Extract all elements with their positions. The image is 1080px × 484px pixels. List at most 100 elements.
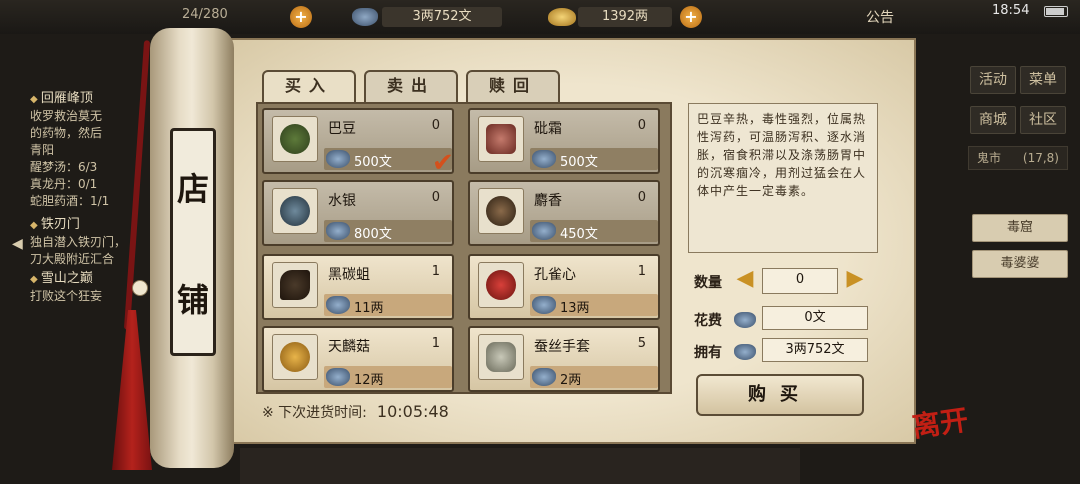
- item-tianlingu[interactable]: 天麟菇 1 12两: [262, 326, 454, 392]
- silver-icon: [326, 222, 350, 240]
- activity-button[interactable]: 活动: [970, 66, 1016, 94]
- item-badou[interactable]: 巴豆 0 500文: [262, 108, 454, 174]
- scroll-title-char: 店: [176, 169, 209, 208]
- location-box: 鬼市 (17,8): [968, 146, 1068, 170]
- item-price: 450文: [560, 227, 598, 242]
- silver-icon: [326, 150, 350, 168]
- gold-amount: 1392两: [578, 7, 672, 27]
- side-item-poison-granny[interactable]: 毒婆婆: [972, 250, 1068, 278]
- add-gold-button[interactable]: +: [680, 6, 702, 28]
- quantity-label: 数量: [694, 275, 722, 291]
- decrease-arrow-icon[interactable]: ◀: [732, 266, 758, 294]
- collapse-arrow-icon[interactable]: ◀: [12, 236, 23, 252]
- tab-sell[interactable]: 卖出: [364, 70, 458, 102]
- mercury-icon: [280, 196, 310, 226]
- quest-title[interactable]: 铁刃门: [30, 216, 165, 234]
- mall-button[interactable]: 商城: [970, 106, 1016, 134]
- item-kongquexin[interactable]: 孔雀心 1 13两: [468, 254, 660, 320]
- item-name: 麝香: [534, 193, 562, 209]
- item-icon: [478, 334, 524, 380]
- tab-redeem[interactable]: 赎回: [466, 70, 560, 102]
- owned-value: 3两752文: [762, 338, 868, 362]
- community-button[interactable]: 社区: [1020, 106, 1066, 134]
- cost-label: 花费: [694, 313, 722, 329]
- quantity-input[interactable]: 0: [762, 268, 838, 294]
- quest-panel: 回雁峰顶 收罗救治莫无 的药物，然后 青阳 醒梦汤：6/3 真龙丹：0/1 蛇胆…: [30, 88, 165, 305]
- bag-capacity: 24/280: [182, 7, 228, 22]
- restock-time: 10:05:48: [376, 402, 449, 421]
- leave-button[interactable]: 离开: [909, 398, 970, 445]
- quest-desc: 青阳: [30, 143, 55, 157]
- glove-icon: [486, 342, 516, 372]
- item-icon: [272, 188, 318, 234]
- silver-icon: [532, 296, 556, 314]
- item-qty: 0: [637, 118, 646, 133]
- item-description: 巴豆辛热，毒性强烈，位属热性泻药，可温肠泻积、逐水消胀，宿食积滞以及涤荡肠胃中的…: [688, 103, 878, 253]
- item-shuiyin[interactable]: 水银 0 800文: [262, 180, 454, 246]
- item-icon: [272, 334, 318, 380]
- worm-icon: [280, 270, 310, 300]
- cost-value: 0文: [762, 306, 868, 330]
- item-qty: 0: [431, 118, 440, 133]
- bottom-dock: [240, 448, 800, 484]
- item-name: 砒霜: [534, 121, 562, 137]
- silver-icon: [352, 8, 378, 26]
- price-bar: 800文: [324, 220, 452, 242]
- item-name: 蚕丝手套: [534, 339, 590, 355]
- mushroom-icon: [280, 342, 310, 372]
- quest-progress: 真龙丹：0/1: [30, 177, 98, 191]
- silver-icon: [734, 344, 756, 360]
- item-name: 天麟菇: [328, 339, 370, 355]
- item-price: 2两: [560, 373, 582, 388]
- item-price: 11两: [354, 301, 384, 316]
- item-price: 12两: [354, 373, 384, 388]
- item-shexiang[interactable]: 麝香 0 450文: [468, 180, 660, 246]
- price-bar: 11两: [324, 294, 452, 316]
- item-qty: 1: [431, 336, 440, 351]
- silver-icon: [532, 368, 556, 386]
- item-qty: 1: [431, 264, 440, 279]
- item-cansishoutao[interactable]: 蚕丝手套 5 2两: [468, 326, 660, 392]
- tab-buy[interactable]: 买入: [262, 70, 356, 102]
- silver-icon: [532, 150, 556, 168]
- restock-timer: ※ 下次进货时间: 10:05:48: [262, 402, 449, 422]
- side-item-poison-cave[interactable]: 毒窟: [972, 214, 1068, 242]
- silver-icon: [326, 296, 350, 314]
- musk-icon: [486, 196, 516, 226]
- item-name: 孔雀心: [534, 267, 576, 283]
- add-bag-button[interactable]: +: [290, 6, 312, 28]
- selected-check-icon: ✔: [432, 148, 454, 178]
- quest-desc: 独自潜入铁刃门，: [30, 235, 127, 249]
- quest-progress: 醒梦汤：6/3: [30, 160, 98, 174]
- silver-amount: 3两752文: [382, 7, 502, 27]
- menu-button[interactable]: 菜单: [1020, 66, 1066, 94]
- price-bar: 12两: [324, 366, 452, 388]
- tassel: [112, 310, 152, 470]
- buy-button[interactable]: 购买: [696, 374, 864, 416]
- item-price: 13两: [560, 301, 590, 316]
- item-qty: 0: [637, 190, 646, 205]
- silver-icon: [326, 368, 350, 386]
- item-icon: [478, 262, 524, 308]
- flower-icon: [486, 270, 516, 300]
- location-coord: (17,8): [1022, 151, 1059, 165]
- increase-arrow-icon[interactable]: ▶: [842, 266, 868, 294]
- item-icon: [478, 188, 524, 234]
- notice-button[interactable]: 公告: [866, 7, 894, 27]
- item-name: 水银: [328, 193, 356, 209]
- item-name: 巴豆: [328, 121, 356, 137]
- quest-desc: 刀大殿附近汇合: [30, 252, 115, 266]
- item-icon: [272, 116, 318, 162]
- item-qty: 0: [431, 190, 440, 205]
- price-bar: 450文: [530, 220, 658, 242]
- item-heitanqu[interactable]: 黑碳蛆 1 11两: [262, 254, 454, 320]
- gold-icon: [548, 8, 576, 26]
- item-price: 800文: [354, 227, 392, 242]
- item-qty: 1: [637, 264, 646, 279]
- quest-progress: 蛇胆药酒：1/1: [30, 194, 110, 208]
- tassel-bead: [132, 280, 148, 296]
- owned-label: 拥有: [694, 345, 722, 361]
- price-bar: 500文: [530, 148, 658, 170]
- item-icon: [478, 116, 524, 162]
- item-pishuang[interactable]: 砒霜 0 500文: [468, 108, 660, 174]
